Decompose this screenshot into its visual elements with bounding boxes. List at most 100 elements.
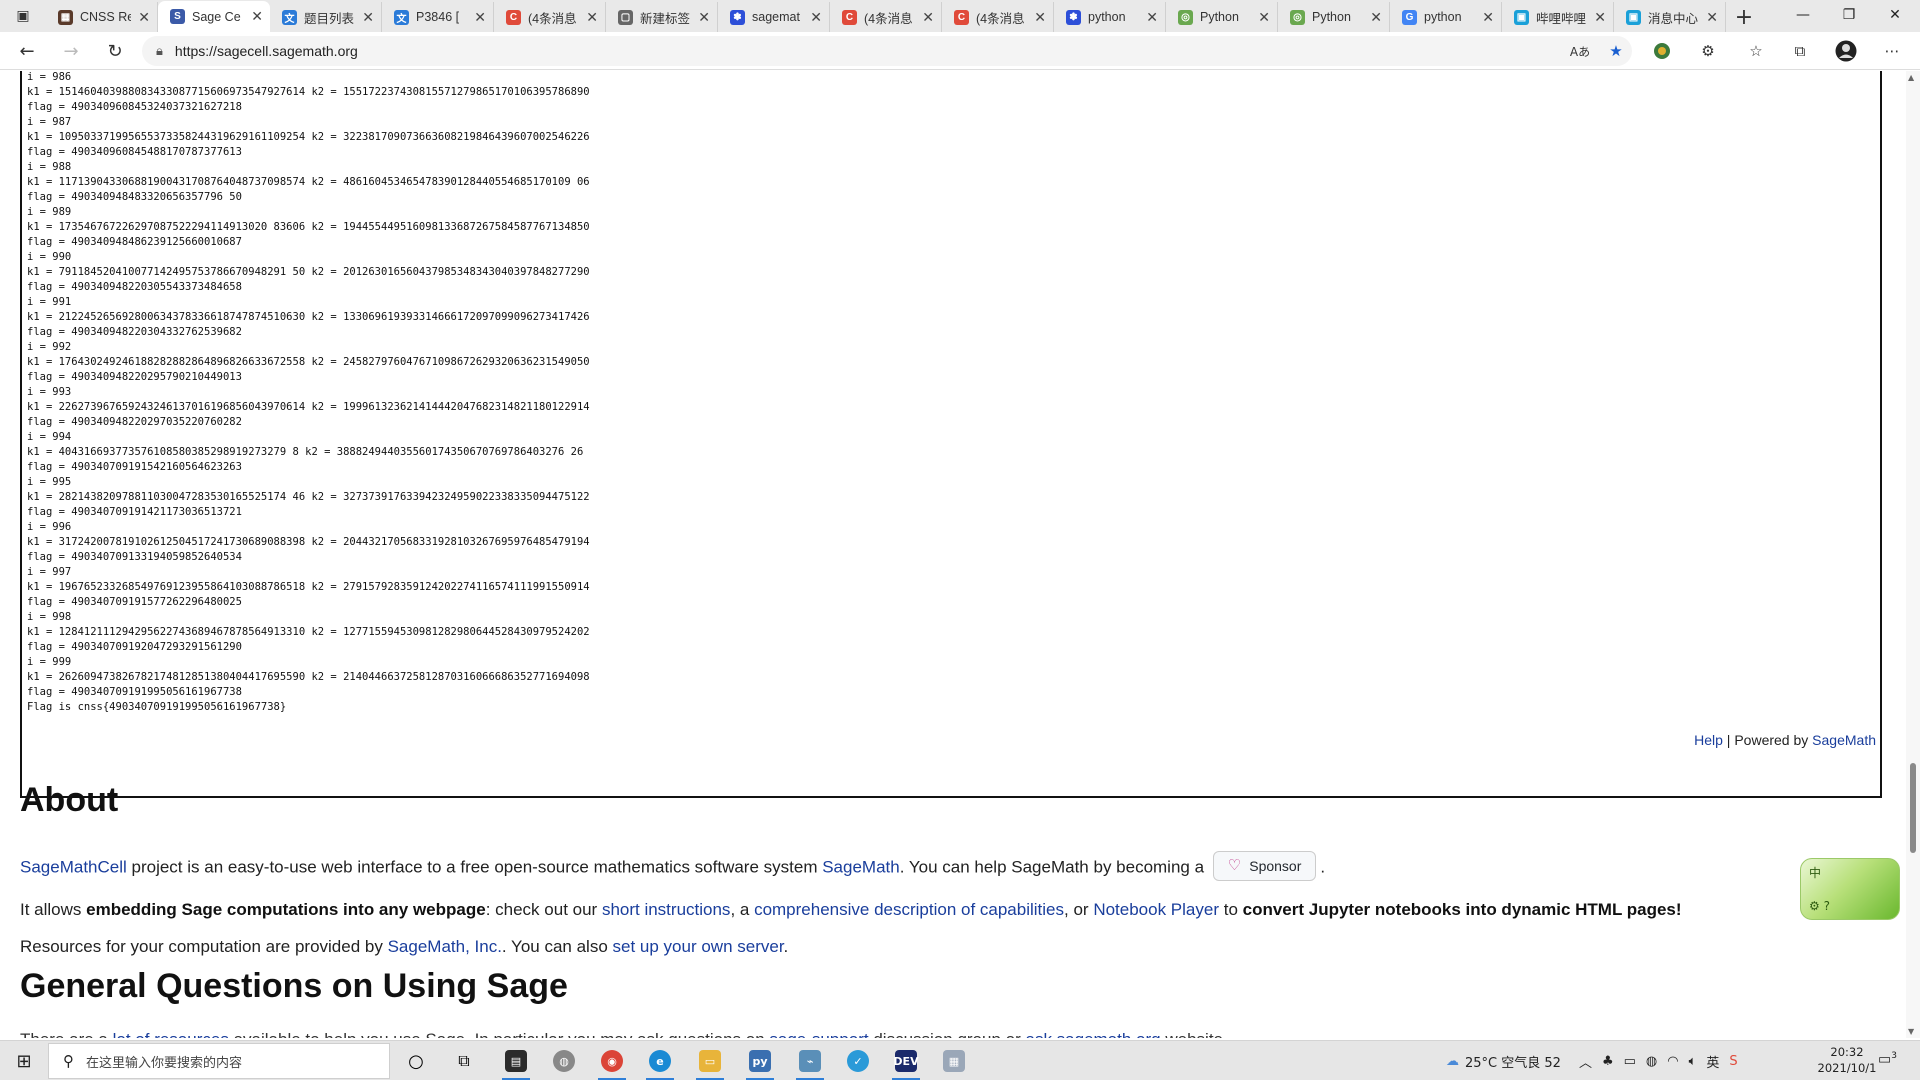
output-line: i = 992 bbox=[27, 341, 72, 353]
tab-close-icon[interactable]: ✕ bbox=[251, 8, 263, 25]
task-view-button[interactable]: ⧉ bbox=[444, 1045, 484, 1077]
tab-close-icon[interactable]: ✕ bbox=[1146, 9, 1158, 26]
browser-tab[interactable]: ▢ 新建标签 ✕ bbox=[606, 2, 718, 32]
taskbar-app-sticky[interactable]: ▤ bbox=[496, 1045, 536, 1080]
minimize-button[interactable]: — bbox=[1780, 0, 1826, 30]
scroll-down-arrow-icon[interactable]: ▼ bbox=[1908, 1027, 1914, 1036]
qq-icon[interactable]: ♣ bbox=[1602, 1054, 1614, 1069]
browser-tab[interactable]: 文 P3846 [✕ bbox=[382, 2, 494, 32]
taskbar-clock[interactable]: 20:32 2021/10/1 bbox=[1812, 1044, 1882, 1076]
address-bar[interactable]: 🔒︎ https://sagecell.sagemath.org bbox=[142, 36, 1632, 66]
tab-close-icon[interactable]: ✕ bbox=[362, 9, 374, 26]
output-line: k1 = 40431669377357610858038529891927327… bbox=[27, 446, 584, 458]
taskbar-app-chrome[interactable]: ◉ bbox=[592, 1045, 632, 1080]
browser-tab[interactable]: ▣ 消息中心 ✕ bbox=[1614, 2, 1726, 32]
tab-label: CNSS Re bbox=[80, 10, 131, 24]
browser-tab[interactable]: C (4条消息 ✕ bbox=[494, 2, 606, 32]
capabilities-link[interactable]: comprehensive description of capabilitie… bbox=[754, 900, 1064, 919]
sagemath-link[interactable]: SageMath bbox=[822, 857, 900, 876]
collections-icon[interactable]: ⧉ bbox=[1788, 40, 1812, 62]
tray-expand-icon[interactable]: ︿ bbox=[1579, 1052, 1592, 1071]
taskbar-app-dev[interactable]: DEV bbox=[886, 1045, 926, 1080]
scroll-up-arrow-icon[interactable]: ▲ bbox=[1908, 73, 1914, 82]
tab-close-icon[interactable]: ✕ bbox=[1034, 9, 1046, 26]
ime-floating-widget[interactable]: 中 ⚙ ? bbox=[1800, 858, 1900, 920]
taskbar-search-box[interactable]: ⚲ 在这里输入你要搜索的内容 bbox=[48, 1043, 390, 1079]
sponsor-button[interactable]: ♡ Sponsor bbox=[1212, 851, 1317, 881]
browser-tab[interactable]: ▦ CNSS Re ✕ bbox=[46, 2, 158, 32]
runoob-favicon: ◎ bbox=[1178, 9, 1193, 25]
tab-close-icon[interactable]: ✕ bbox=[586, 9, 598, 26]
browser-tab[interactable]: Gpython ✕ bbox=[1390, 2, 1502, 32]
tab-close-icon[interactable]: ✕ bbox=[474, 9, 486, 26]
maximize-button[interactable]: ❐ bbox=[1826, 0, 1872, 30]
taskbar-app-steam[interactable]: ◍ bbox=[544, 1045, 584, 1077]
weather-text[interactable]: 25°C 空气良 52 bbox=[1465, 1052, 1561, 1071]
read-aloud-icon[interactable]: Aあ bbox=[1568, 40, 1592, 62]
wifi-icon[interactable]: ◠ bbox=[1667, 1054, 1678, 1069]
antivirus-icon[interactable]: S bbox=[1729, 1054, 1737, 1069]
extension-globe-icon[interactable] bbox=[1650, 40, 1674, 62]
browser-tab[interactable]: ✽ sagemat ✕ bbox=[718, 2, 830, 32]
favorites-icon[interactable]: ☆ bbox=[1744, 40, 1768, 62]
cnss-favicon: ▦ bbox=[58, 9, 73, 25]
network-icon[interactable]: ◍ bbox=[1646, 1054, 1657, 1069]
sagemath-inc-link[interactable]: SageMath, Inc. bbox=[388, 937, 502, 956]
ime-tray-icon[interactable]: 英 bbox=[1706, 1052, 1719, 1071]
ask-sagemath-link[interactable]: ask.sagemath.org bbox=[1026, 1030, 1161, 1038]
back-button[interactable]: ← bbox=[12, 38, 42, 64]
forward-button[interactable]: → bbox=[56, 38, 86, 64]
taskbar-app-image[interactable]: ▦ bbox=[934, 1045, 974, 1077]
browser-tab[interactable]: ◎ Python ✕ bbox=[1166, 2, 1278, 32]
tab-close-icon[interactable]: ✕ bbox=[1594, 9, 1606, 26]
refresh-button[interactable]: ↻ bbox=[100, 38, 130, 64]
more-menu-icon[interactable]: ⋯ bbox=[1880, 40, 1904, 62]
resources-link[interactable]: lot of resources bbox=[113, 1030, 229, 1038]
volume-icon[interactable]: 🔈︎ bbox=[1689, 1054, 1697, 1069]
output-line: flag = 490340948220295790210449013 bbox=[27, 371, 242, 383]
help-link[interactable]: Help bbox=[1694, 732, 1723, 748]
tab-close-icon[interactable]: ✕ bbox=[138, 9, 150, 26]
bilibili-favicon: ▣ bbox=[1514, 9, 1529, 25]
start-button[interactable]: ⊞ bbox=[0, 1041, 48, 1081]
tab-close-icon[interactable]: ✕ bbox=[922, 9, 934, 26]
url-text[interactable]: https://sagecell.sagemath.org bbox=[175, 43, 358, 59]
close-window-button[interactable]: ✕ bbox=[1872, 0, 1918, 30]
notification-center-button[interactable]: ▭3 bbox=[1878, 1051, 1897, 1068]
battery-icon[interactable]: ▭ bbox=[1624, 1054, 1636, 1069]
taskbar-app-explorer[interactable]: ▭ bbox=[690, 1045, 730, 1080]
extensions-puzzle-icon[interactable]: ⚙ bbox=[1696, 40, 1720, 62]
new-tab-button[interactable]: + bbox=[1726, 2, 1762, 32]
taskbar-app-idle[interactable]: ⌁ bbox=[790, 1045, 830, 1080]
taskbar-app-vscode[interactable]: ✓ bbox=[838, 1045, 878, 1077]
favorite-star-icon[interactable]: ★ bbox=[1604, 40, 1628, 62]
browser-tab[interactable]: ▣ 哔哩哔哩 ✕ bbox=[1502, 2, 1614, 32]
cortana-button[interactable]: ○ bbox=[396, 1045, 436, 1077]
browser-tab[interactable]: ✽ python ✕ bbox=[1054, 2, 1166, 32]
own-server-link[interactable]: set up your own server bbox=[613, 937, 784, 956]
tab-close-icon[interactable]: ✕ bbox=[1258, 9, 1270, 26]
notebook-player-link[interactable]: Notebook Player bbox=[1093, 900, 1219, 919]
browser-tab[interactable]: 文题目列表 ✕ bbox=[270, 2, 382, 32]
tab-close-icon[interactable]: ✕ bbox=[698, 9, 710, 26]
page-scrollbar[interactable]: ▲ ▼ bbox=[1906, 71, 1920, 1038]
notification-icon: ▭ bbox=[1878, 1051, 1892, 1068]
tab-actions-button[interactable]: ▣ bbox=[0, 0, 46, 32]
sagemathcell-link[interactable]: SageMathCell bbox=[20, 857, 127, 876]
scroll-thumb[interactable] bbox=[1910, 763, 1916, 853]
browser-tab[interactable]: ◎ Python ✕ bbox=[1278, 2, 1390, 32]
taskbar-app-python[interactable]: py bbox=[740, 1045, 780, 1080]
sage-support-link[interactable]: sage-support bbox=[769, 1030, 868, 1038]
tab-close-icon[interactable]: ✕ bbox=[810, 9, 822, 26]
tab-close-icon[interactable]: ✕ bbox=[1370, 9, 1382, 26]
browser-tab[interactable]: C (4条消息 ✕ bbox=[942, 2, 1054, 32]
short-instructions-link[interactable]: short instructions bbox=[602, 900, 731, 919]
output-line: i = 987 bbox=[27, 116, 72, 128]
tab-close-icon[interactable]: ✕ bbox=[1482, 9, 1494, 26]
browser-tab[interactable]: C (4条消息 ✕ bbox=[830, 2, 942, 32]
tab-close-icon[interactable]: ✕ bbox=[1706, 9, 1718, 26]
taskbar-app-edge[interactable]: e bbox=[640, 1045, 680, 1080]
browser-tab[interactable]: S Sage Ce ✕ bbox=[158, 1, 270, 32]
profile-avatar-icon[interactable] bbox=[1834, 40, 1858, 62]
sagemath-footer-link[interactable]: SageMath bbox=[1812, 732, 1876, 748]
